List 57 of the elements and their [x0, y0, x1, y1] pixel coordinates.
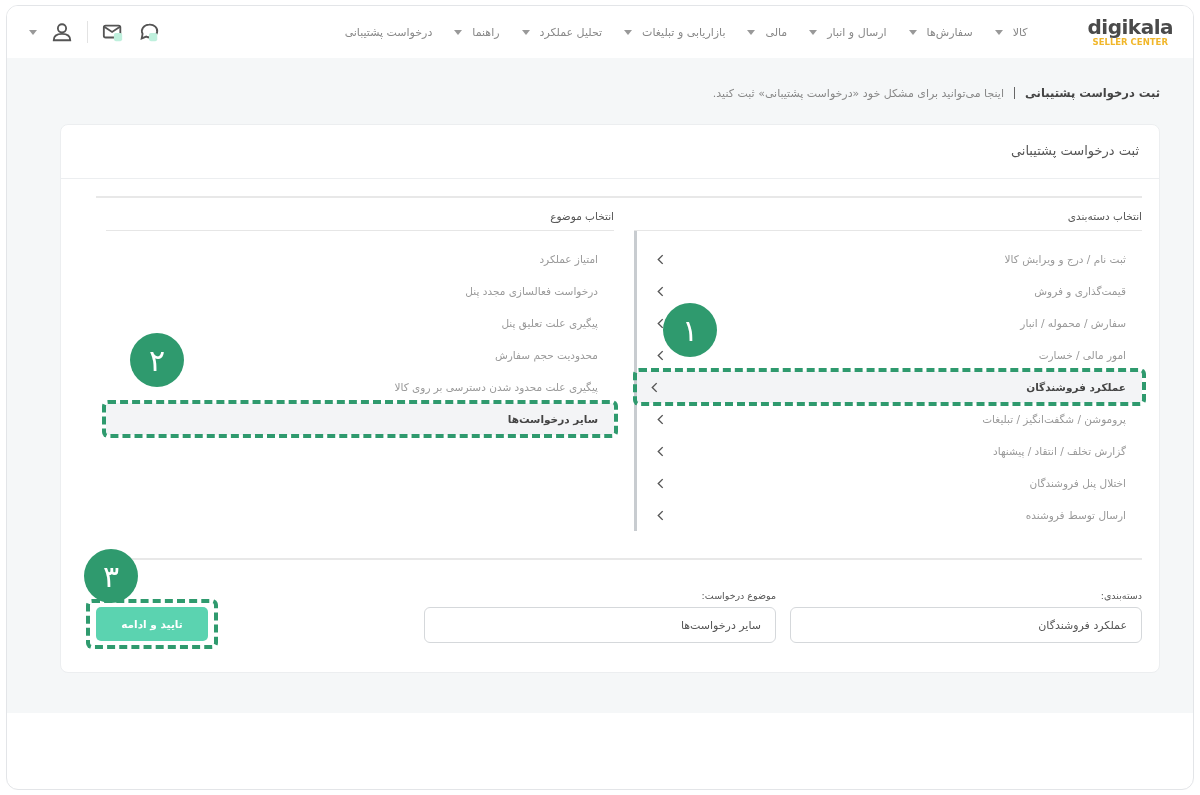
nav-menu-item[interactable]: درخواست پشتیبانی — [344, 25, 433, 39]
nav-menu-item[interactable]: کالا — [994, 25, 1028, 39]
chat-icon[interactable] — [138, 21, 160, 43]
chevron-left-icon — [657, 285, 664, 297]
logo-wordmark: digikala — [1087, 16, 1173, 37]
step-number: ۲ — [130, 333, 184, 387]
chevron-left-icon — [651, 381, 658, 393]
caret-icon — [747, 29, 756, 35]
nav-menu-item[interactable]: ارسال و انبار — [809, 25, 887, 39]
step-number: ۱ — [663, 303, 717, 357]
field-label: موضوع درخواست: — [700, 590, 776, 601]
caret-icon[interactable] — [29, 29, 37, 35]
nav-menu-item[interactable]: مالی — [747, 25, 788, 39]
category-item[interactable]: پروموشن / شگفت‌انگیز / تبلیغات — [982, 413, 1126, 425]
column-heading: انتخاب دسته‌بندی — [634, 208, 1142, 231]
topic-item[interactable]: سایر درخواست‌ها — [507, 413, 598, 425]
input-field[interactable]: عملکرد فروشندگان — [790, 607, 1142, 643]
chevron-left-icon — [657, 445, 664, 457]
submit-button[interactable]: تایید و ادامه — [96, 607, 208, 641]
nav-menu-item[interactable]: بازاریابی و تبلیغات — [624, 25, 726, 39]
caret-icon — [809, 29, 818, 35]
topic-item[interactable]: پیگیری علت محدود شدن دسترسی بر روی کالا — [394, 381, 598, 393]
caret-icon — [454, 29, 463, 35]
topic-item[interactable]: محدودیت حجم سفارش — [494, 349, 598, 361]
category-item[interactable]: قیمت‌گذاری و فروش — [1034, 285, 1126, 297]
category-item[interactable]: ثبت نام / درج و ویرایش کالا — [1004, 253, 1126, 265]
category-item[interactable]: ارسال توسط فروشنده — [1025, 509, 1126, 521]
card-title: ثبت درخواست پشتیبانی — [61, 125, 1159, 179]
topic-item[interactable]: امتیاز عملکرد — [539, 253, 598, 265]
nav-menu-item[interactable]: سفارش‌ها — [908, 25, 973, 39]
category-item[interactable]: اختلال پنل فروشندگان — [1029, 477, 1126, 489]
caret-icon — [908, 29, 917, 35]
category-item[interactable]: سفارش / محموله / انبار — [1020, 317, 1126, 329]
category-item[interactable]: عملکرد فروشندگان — [1026, 381, 1126, 393]
caret-icon — [521, 29, 530, 35]
nav-menu-item[interactable]: راهنما — [454, 25, 500, 39]
page-subtitle: اینجا می‌توانید برای مشکل خود «درخواست پشتیبانی» ثبت کنید. — [712, 86, 1004, 100]
user-icon[interactable] — [51, 21, 73, 43]
column-heading: انتخاب موضوع — [106, 208, 614, 231]
chevron-left-icon — [657, 253, 664, 265]
input-field[interactable]: سایر درخواست‌ها — [424, 607, 776, 643]
topic-item[interactable]: درخواست فعالسازی مجدد پنل — [465, 285, 598, 297]
category-item[interactable]: امور مالی / خسارت — [1038, 349, 1126, 361]
topic-item[interactable]: پیگیری علت تعلیق پنل — [501, 317, 598, 329]
chevron-left-icon — [657, 509, 664, 521]
chevron-left-icon — [657, 317, 664, 329]
logo[interactable]: digikala SELLER CENTER — [1087, 16, 1173, 48]
caret-icon — [624, 29, 633, 35]
category-item[interactable]: گزارش تخلف / انتقاد / پیشنهاد — [993, 445, 1126, 457]
chevron-left-icon — [657, 413, 664, 425]
nav-menu-item[interactable]: تحلیل عملکرد — [521, 25, 603, 39]
page-title: ثبت درخواست پشتیبانی — [1025, 86, 1160, 100]
caret-icon — [994, 29, 1003, 35]
step-number: ۳ — [84, 549, 138, 603]
chevron-left-icon — [657, 349, 664, 361]
field-label: دسته‌بندی: — [1099, 590, 1142, 601]
chevron-left-icon — [657, 477, 664, 489]
